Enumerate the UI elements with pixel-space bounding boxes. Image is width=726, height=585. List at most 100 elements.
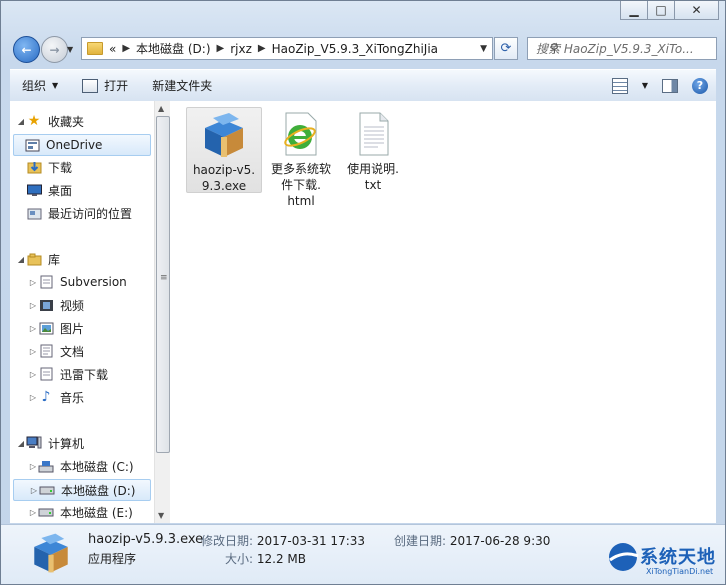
crumb-rjxz[interactable]: rjxz xyxy=(230,42,252,56)
collapsed-arrow-icon[interactable]: ▷ xyxy=(28,301,38,310)
picture-icon xyxy=(38,321,54,335)
sidebar-item-recent[interactable]: 最近访问的位置 xyxy=(16,203,132,223)
recent-pages-dropdown[interactable]: ▼ xyxy=(67,45,73,54)
organize-label: 组织 xyxy=(22,79,47,93)
sidebar-item-downloads[interactable]: 下载 xyxy=(16,157,72,177)
file-name-line: html xyxy=(287,194,315,208)
crumb-drive-d[interactable]: 本地磁盘 (D:) xyxy=(136,40,210,57)
forward-arrow-icon: → xyxy=(49,42,60,57)
documents-icon xyxy=(38,344,54,358)
scroll-down-icon[interactable]: ▼ xyxy=(158,511,164,520)
star-icon: ★ xyxy=(27,113,41,129)
sidebar-item-drive-c[interactable]: ▷ 本地磁盘 (C:) xyxy=(28,456,134,476)
view-options-dropdown-icon[interactable]: ▼ xyxy=(642,81,648,90)
collapsed-arrow-icon[interactable]: ▷ xyxy=(28,370,38,379)
sidebar-item-label: 迅雷下载 xyxy=(60,367,109,382)
file-item-html[interactable]: 更多系统软 件下载. html xyxy=(264,107,338,208)
collapsed-arrow-icon[interactable]: ▷ xyxy=(29,486,39,495)
maximize-icon: □ xyxy=(655,3,667,17)
sidebar-item-desktop[interactable]: 桌面 xyxy=(16,180,72,200)
sidebar-item-videos[interactable]: ▷ 视频 xyxy=(28,295,84,315)
sidebar-item-drive-e[interactable]: ▷ 本地磁盘 (E:) xyxy=(28,502,133,522)
sidebar-item-label: 计算机 xyxy=(48,436,85,451)
close-button[interactable]: ✕ xyxy=(675,1,719,20)
back-button[interactable]: ← xyxy=(13,36,40,63)
sidebar-item-label: 文档 xyxy=(60,344,85,359)
sidebar-item-xunlei[interactable]: ▷ 迅雷下载 xyxy=(28,364,108,384)
sidebar-item-onedrive[interactable]: OneDrive xyxy=(13,134,151,156)
archive-box-icon xyxy=(199,110,249,160)
open-button[interactable]: 打开 xyxy=(70,70,140,101)
collapsed-arrow-icon[interactable]: ▷ xyxy=(28,278,38,287)
crumb-separator-icon[interactable]: ▶ xyxy=(122,43,130,54)
details-file-name: haozip-v5.9.3.exe xyxy=(88,532,204,547)
sidebar-item-music[interactable]: ▷ ♪ 音乐 xyxy=(28,387,84,407)
change-view-icon[interactable] xyxy=(611,77,628,94)
ie-html-icon xyxy=(276,109,326,159)
forward-button[interactable]: → xyxy=(41,36,68,63)
file-name-line: txt xyxy=(364,178,382,192)
new-folder-button[interactable]: 新建文件夹 xyxy=(140,70,224,101)
expand-arrow-icon[interactable]: ◢ xyxy=(16,117,26,126)
watermark-logo: 系统天地 XiTongTianDi.net xyxy=(606,540,724,580)
collapsed-arrow-icon[interactable]: ▷ xyxy=(28,508,38,517)
open-icon xyxy=(82,78,99,93)
help-icon[interactable]: ? xyxy=(692,77,708,94)
sidebar-item-label: 库 xyxy=(48,252,61,267)
scroll-up-icon[interactable]: ▲ xyxy=(158,104,164,113)
expand-arrow-icon[interactable]: ◢ xyxy=(16,439,26,448)
sidebar-item-pictures[interactable]: ▷ 图片 xyxy=(28,318,84,338)
collapsed-arrow-icon[interactable]: ▷ xyxy=(28,462,38,471)
sidebar-item-computer[interactable]: ◢ 计算机 xyxy=(16,433,84,453)
sidebar-item-libraries[interactable]: ◢ 库 xyxy=(16,249,60,269)
watermark-url: XiTongTianDi.net xyxy=(646,567,714,576)
scrollbar-thumb[interactable]: ≡ xyxy=(156,116,170,453)
navigation-scrollbar[interactable]: ▲ ≡ ▼ xyxy=(154,101,170,523)
sidebar-item-label: Subversion xyxy=(60,275,127,289)
sidebar-item-label: 图片 xyxy=(60,321,85,336)
crumb-separator-icon[interactable]: ▶ xyxy=(217,43,225,54)
file-item-haozip-exe[interactable]: haozip-v5. 9.3.exe xyxy=(186,107,262,193)
crumb-separator-icon[interactable]: ▶ xyxy=(258,43,266,54)
preview-pane-icon[interactable] xyxy=(662,78,678,93)
organize-button[interactable]: 组织 ▼ xyxy=(10,70,70,101)
created-value: 2017-06-28 9:30 xyxy=(449,534,551,548)
collapsed-arrow-icon[interactable]: ▷ xyxy=(28,347,38,356)
sidebar-item-favorites[interactable]: ◢ ★ 收藏夹 xyxy=(16,111,84,131)
file-name-line: haozip-v5. xyxy=(192,163,256,177)
sidebar-item-label: 音乐 xyxy=(60,390,85,405)
sidebar-item-label: 桌面 xyxy=(48,183,73,198)
drive-icon xyxy=(39,483,55,497)
archive-box-icon xyxy=(29,531,73,575)
search-input[interactable]: 搜索 HaoZip_V5.9.3_XiTo... ⚲ xyxy=(527,37,717,60)
details-created: 创建日期: 2017-06-28 9:30 xyxy=(394,532,550,549)
size-label: 大小: xyxy=(225,552,254,566)
navigation-pane: ◢ ★ 收藏夹 OneDrive 下载 桌面 最近访问的位置 ◢ 库 ▷ Sub… xyxy=(10,101,154,523)
minimize-button[interactable]: ▁ xyxy=(620,1,648,20)
maximize-button[interactable]: □ xyxy=(648,1,675,20)
collapsed-arrow-icon[interactable]: ▷ xyxy=(28,324,38,333)
sidebar-item-subversion[interactable]: ▷ Subversion xyxy=(28,272,127,292)
system-drive-icon xyxy=(38,459,54,473)
new-folder-label: 新建文件夹 xyxy=(152,79,213,93)
address-dropdown-icon[interactable]: ▼ xyxy=(480,44,487,54)
libraries-icon xyxy=(26,252,42,266)
sidebar-item-label: 本地磁盘 (C:) xyxy=(60,459,134,474)
search-icon: ⚲ xyxy=(550,41,559,55)
expand-arrow-icon[interactable]: ◢ xyxy=(16,255,26,264)
sidebar-item-drive-d[interactable]: ▷ 本地磁盘 (D:) xyxy=(13,479,151,501)
onedrive-icon xyxy=(24,138,40,152)
file-list: haozip-v5. 9.3.exe 更多系统软 件下载. html 使用说明.… xyxy=(170,101,716,523)
collapsed-arrow-icon[interactable]: ▷ xyxy=(28,393,38,402)
sidebar-item-label: OneDrive xyxy=(46,138,103,152)
refresh-button[interactable]: ⟳ xyxy=(494,37,518,60)
crumb-current-folder[interactable]: HaoZip_V5.9.3_XiTongZhiJia xyxy=(272,42,438,56)
details-size: 大小: 12.2 MB xyxy=(225,550,306,567)
navigation-bar: ← → ▼ « ▶ 本地磁盘 (D:) ▶ rjxz ▶ HaoZip_V5.9… xyxy=(1,34,725,64)
address-bar[interactable]: « ▶ 本地磁盘 (D:) ▶ rjxz ▶ HaoZip_V5.9.3_XiT… xyxy=(81,37,493,60)
sidebar-item-documents[interactable]: ▷ 文档 xyxy=(28,341,84,361)
watermark-title: 系统天地 xyxy=(640,547,716,568)
sidebar-item-label: 本地磁盘 (E:) xyxy=(60,505,133,520)
address-overflow[interactable]: « xyxy=(109,42,116,56)
file-item-txt[interactable]: 使用说明. txt xyxy=(336,107,410,192)
